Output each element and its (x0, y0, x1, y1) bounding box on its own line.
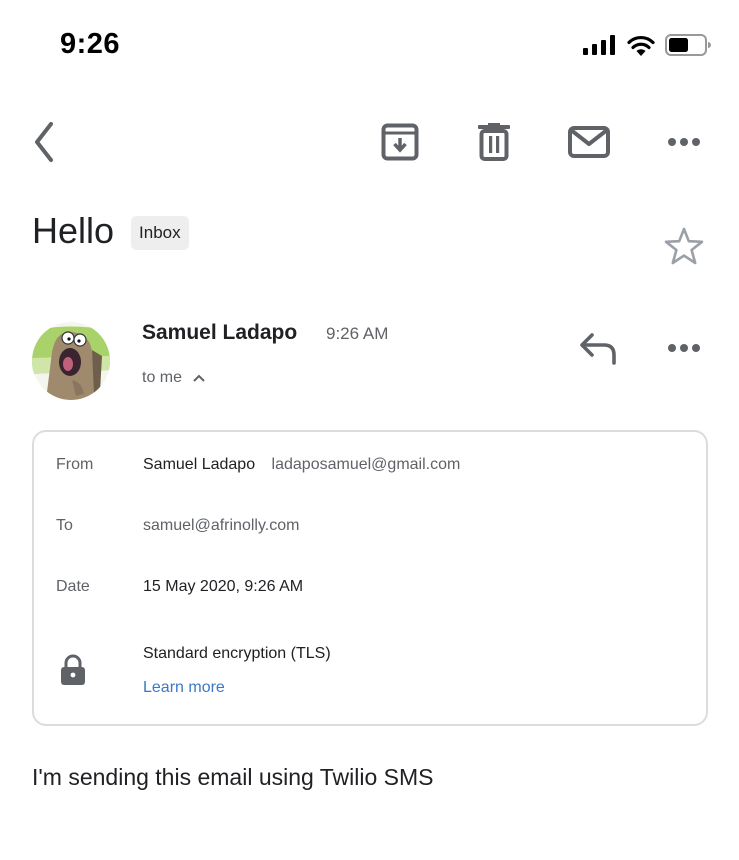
toolbar (0, 110, 739, 174)
to-label: To (56, 517, 73, 534)
recipient-summary: to me (142, 369, 183, 386)
battery-icon (665, 34, 711, 56)
date-label: Date (56, 578, 90, 595)
status-bar: 9:26 (0, 0, 739, 90)
reply-button[interactable] (574, 324, 622, 372)
from-name: Samuel Ladapo (143, 456, 256, 473)
from-label: From (56, 456, 94, 473)
recipients-toggle[interactable]: to me (142, 369, 206, 387)
more-options-button[interactable] (656, 110, 712, 174)
from-value: Samuel Ladapo ladaposamuel@gmail.com (143, 456, 460, 474)
status-time: 9:26 (60, 28, 121, 60)
chevron-up-icon (193, 374, 205, 382)
status-icons (583, 34, 711, 56)
email-subject: Hello (32, 210, 115, 251)
more-horizontal-icon (668, 138, 700, 146)
avatar-image (32, 322, 110, 400)
star-outline-icon (664, 227, 704, 265)
learn-more-link[interactable]: Learn more (143, 679, 225, 697)
sender-name: Samuel Ladapo (142, 321, 298, 344)
trash-icon (478, 123, 510, 161)
message-details-card: From Samuel Ladapo ladaposamuel@gmail.co… (32, 430, 708, 726)
to-email[interactable]: samuel@afrinolly.com (143, 517, 299, 535)
more-horizontal-icon (668, 344, 700, 352)
date-value: 15 May 2020, 9:26 AM (143, 578, 304, 595)
encryption-text: Standard encryption (TLS) (143, 645, 331, 662)
lock-icon (61, 654, 85, 685)
mark-unread-button[interactable] (561, 110, 617, 174)
from-email[interactable]: ladaposamuel@gmail.com (272, 456, 461, 473)
sender-avatar[interactable] (32, 322, 110, 400)
archive-button[interactable] (372, 110, 428, 174)
star-button[interactable] (662, 224, 706, 268)
archive-icon (381, 123, 419, 161)
label-chip-inbox[interactable]: Inbox (131, 216, 189, 250)
delete-button[interactable] (466, 110, 522, 174)
cellular-signal-icon (583, 35, 615, 55)
wifi-icon (627, 35, 655, 56)
email-body: I'm sending this email using Twilio SMS (32, 764, 434, 790)
email-time: 9:26 AM (326, 324, 389, 343)
chevron-left-icon (35, 122, 53, 162)
mail-icon (568, 126, 610, 158)
message-more-button[interactable] (660, 324, 708, 372)
back-button[interactable] (16, 110, 72, 174)
reply-icon (580, 333, 616, 365)
sender-row: Samuel Ladapo 9:26 AM to me (0, 318, 739, 408)
subject-row: Hello Inbox (32, 210, 189, 252)
